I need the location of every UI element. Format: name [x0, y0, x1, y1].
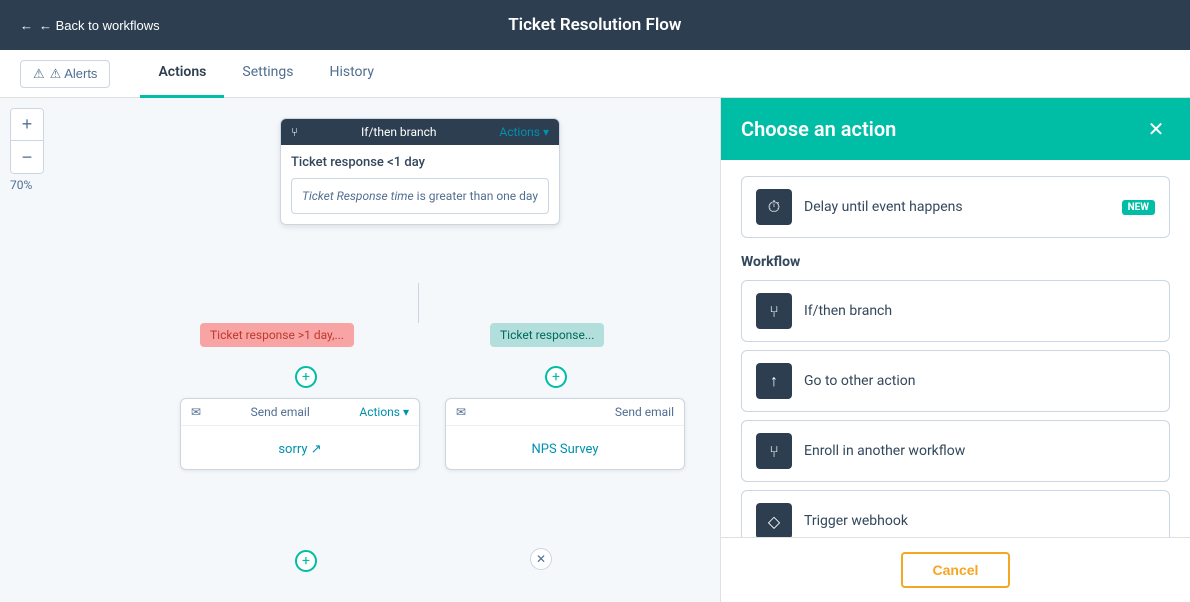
send-email-header-left: ✉ Send email Actions ▾: [181, 399, 419, 426]
zoom-in-button[interactable]: +: [11, 109, 43, 141]
if-then-sublabel: Ticket response <1 day: [291, 155, 549, 170]
panel-header: Choose an action ✕: [721, 98, 1190, 160]
email-icon-right: ✉: [456, 405, 466, 419]
side-panel: Choose an action ✕ ⏱ Delay until event h…: [720, 98, 1190, 602]
send-email-body-right: NPS Survey: [446, 426, 684, 469]
if-then-card: ⑂ If/then branch Actions ▾ Ticket respon…: [280, 118, 560, 225]
branch-red-label: Ticket response >1 day,...: [200, 323, 354, 347]
if-then-body: Ticket response <1 day Ticket Response t…: [281, 145, 559, 224]
tab-settings[interactable]: Settings: [224, 50, 311, 98]
branch-connector: [418, 283, 419, 323]
branch-teal-label: Ticket response...: [490, 323, 604, 347]
close-card-button[interactable]: ✕: [530, 548, 552, 570]
delay-icon: ⏱: [756, 189, 792, 225]
alerts-button[interactable]: ⚠ ⚠ Alerts: [20, 60, 110, 88]
topbar: ← ← Back to workflows Ticket Resolution …: [0, 0, 1190, 50]
if-then-actions-link[interactable]: Actions ▾: [499, 125, 549, 139]
action-item-go-to[interactable]: ↑ Go to other action: [741, 350, 1170, 412]
workflow-canvas[interactable]: + − 70% ⑂ If/then branch Actions ▾ Ticke…: [0, 98, 720, 602]
page-title: Ticket Resolution Flow: [160, 15, 1030, 35]
go-to-action-label: Go to other action: [804, 373, 915, 389]
action-item-if-then[interactable]: ⑂ If/then branch: [741, 280, 1170, 342]
action-item-webhook[interactable]: ◇ Trigger webhook: [741, 490, 1170, 537]
zoom-out-button[interactable]: −: [11, 141, 43, 173]
enroll-action-label: Enroll in another workflow: [804, 443, 965, 459]
plus-button-left[interactable]: +: [295, 366, 317, 388]
if-then-header: ⑂ If/then branch Actions ▾: [281, 119, 559, 145]
if-then-icon: ⑂: [291, 125, 298, 139]
action-item-enroll[interactable]: ⑂ Enroll in another workflow: [741, 420, 1170, 482]
tabs: Actions Settings History: [140, 50, 392, 98]
panel-title: Choose an action: [741, 117, 896, 141]
if-then-title: If/then branch: [361, 125, 437, 139]
send-email-body-left: sorry ↗: [181, 426, 419, 469]
send-email-header-right: ✉ Send email: [446, 399, 684, 426]
enroll-action-icon: ⑂: [756, 433, 792, 469]
cancel-button[interactable]: Cancel: [901, 552, 1011, 588]
alert-icon: ⚠: [33, 66, 45, 82]
zoom-label: 70%: [10, 178, 32, 192]
new-badge: NEW: [1122, 200, 1155, 215]
plus-button-below-left[interactable]: +: [295, 550, 317, 572]
if-then-action-label: If/then branch: [804, 303, 892, 319]
send-email-label-left: Send email: [251, 405, 310, 419]
panel-footer: Cancel: [721, 537, 1190, 602]
webhook-action-icon: ◇: [756, 503, 792, 537]
back-label: ← Back to workflows: [39, 18, 160, 33]
panel-body: ⏱ Delay until event happens NEW Workflow…: [721, 160, 1190, 537]
delay-label: Delay until event happens: [804, 199, 963, 215]
condition-box: Ticket Response time is greater than one…: [291, 178, 549, 214]
back-arrow-icon: ←: [20, 18, 33, 33]
go-to-action-icon: ↑: [756, 363, 792, 399]
send-email-card-left: ✉ Send email Actions ▾ sorry ↗: [180, 398, 420, 470]
action-item-delay[interactable]: ⏱ Delay until event happens NEW: [741, 176, 1170, 238]
webhook-action-label: Trigger webhook: [804, 513, 908, 529]
app-container: ← ← Back to workflows Ticket Resolution …: [0, 0, 1190, 602]
alerts-label: ⚠ Alerts: [50, 66, 98, 82]
panel-close-button[interactable]: ✕: [1142, 115, 1170, 143]
workflow-section-title: Workflow: [741, 254, 1170, 270]
plus-button-right[interactable]: +: [545, 366, 567, 388]
tab-history[interactable]: History: [312, 50, 393, 98]
email-icon-left: ✉: [191, 405, 201, 419]
nps-link[interactable]: NPS Survey: [532, 442, 599, 457]
send-email-card-right: ✉ Send email NPS Survey: [445, 398, 685, 470]
if-then-action-icon: ⑂: [756, 293, 792, 329]
back-button[interactable]: ← ← Back to workflows: [20, 18, 160, 33]
send-email-label-right: Send email: [615, 405, 674, 419]
tabbar: ⚠ ⚠ Alerts Actions Settings History: [0, 50, 1190, 98]
sorry-link[interactable]: sorry ↗: [278, 442, 321, 457]
main-area: + − 70% ⑂ If/then branch Actions ▾ Ticke…: [0, 98, 1190, 602]
tab-actions[interactable]: Actions: [140, 50, 224, 98]
send-email-actions-link-left[interactable]: Actions ▾: [359, 405, 409, 419]
zoom-controls: + −: [10, 108, 44, 174]
